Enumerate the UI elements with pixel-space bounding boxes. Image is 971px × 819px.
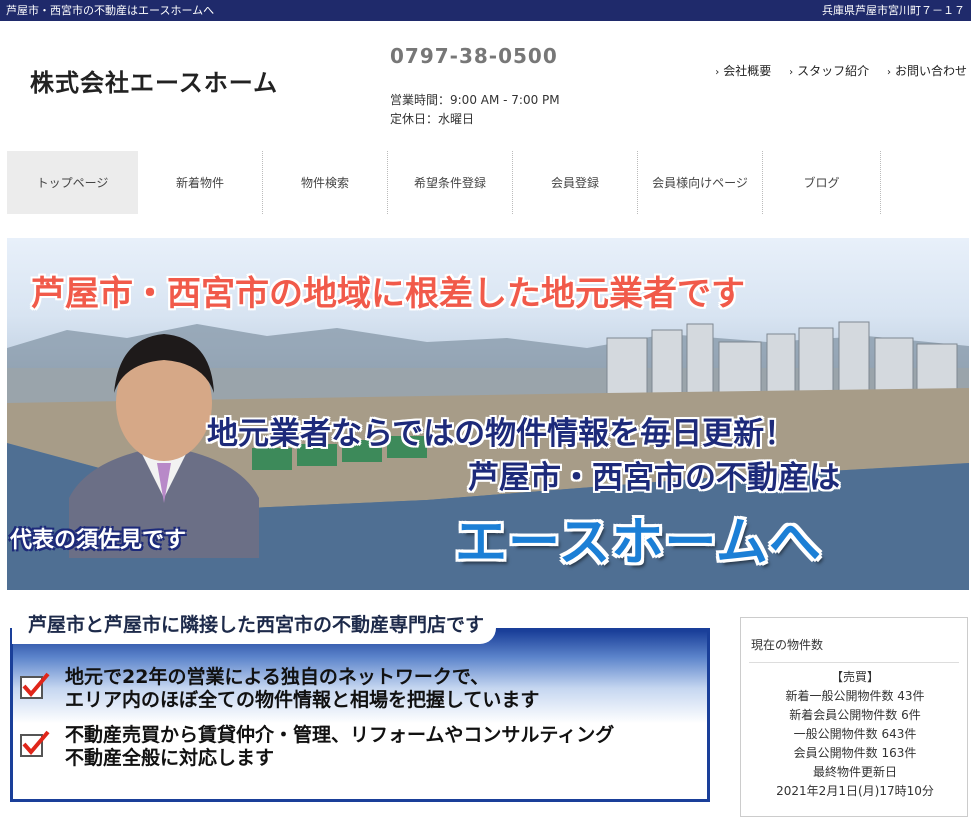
tab-top[interactable]: トップページ (7, 151, 138, 214)
panel-heading: 現在の物件数 (751, 638, 824, 652)
last-update-date: 2021年2月1日(月)17時10分 (776, 784, 934, 798)
tab-property-search[interactable]: 物件検索 (263, 151, 388, 214)
feature-text: 不動産売買から賃貸仲介・管理、リフォームやコンサルティング 不動産全般に対応しま… (65, 724, 615, 769)
divider (749, 662, 959, 663)
new-member-count: 新着会員公開物件数 6件 (789, 708, 921, 722)
site-tagline: 芦屋市・西宮市の不動産はエースホームへ (6, 4, 215, 17)
closed-day: 定休日：水曜日 (390, 112, 475, 126)
section-label: 【売買】 (830, 670, 879, 684)
tab-preference-register[interactable]: 希望条件登録 (388, 151, 513, 214)
store-title: 芦屋市と芦屋市に隣接した西宮市の不動産専門店です (12, 610, 497, 644)
general-public-count: 一般公開物件数 643件 (793, 727, 917, 741)
new-public-count: 新着一般公開物件数 43件 (785, 689, 925, 703)
header-link-company[interactable]: › 会社概要 (715, 64, 771, 78)
property-counts: 【売買】 新着一般公開物件数 43件 新着会員公開物件数 6件 一般公開物件数 … (741, 668, 969, 801)
checkbox-icon (20, 730, 50, 757)
opening-hours: 営業時間：9:00 AM - 7:00 PM (390, 93, 560, 107)
tab-new-listings[interactable]: 新着物件 (138, 151, 263, 214)
chevron-right-icon: › (715, 67, 720, 78)
hero-banner: 芦屋市・西宮市の地域に根差した地元業者です 地元業者ならではの物件情報を毎日更新… (7, 238, 969, 590)
feature-item: 不動産売買から賃貸仲介・管理、リフォームやコンサルティング 不動産全般に対応しま… (20, 724, 710, 774)
hero-line-2: 芦屋市・西宮市の不動産は (468, 460, 840, 496)
business-hours: 営業時間：9:00 AM - 7:00 PM 定休日：水曜日 (390, 91, 560, 129)
header-link-contact[interactable]: › お問い合わせ (887, 64, 967, 78)
chevron-right-icon: › (789, 67, 794, 78)
checkbox-icon (20, 672, 50, 699)
main-nav: トップページ 新着物件 物件検索 希望条件登録 会員登録 会員様向けページ ブロ… (7, 151, 905, 214)
address: 兵庫県芦屋市宮川町７－１７ (822, 4, 965, 17)
member-public-count: 会員公開物件数 163件 (793, 746, 917, 760)
property-count-panel: 現在の物件数 【売買】 新着一般公開物件数 43件 新着会員公開物件数 6件 一… (740, 617, 968, 817)
phone-number: 0797-38-0500 (390, 44, 558, 68)
hero-headline: 芦屋市・西宮市の地域に根差した地元業者です (31, 274, 745, 314)
tab-blog[interactable]: ブログ (763, 151, 881, 214)
last-update-label: 最終物件更新日 (812, 765, 897, 779)
hero-line-1: 地元業者ならではの物件情報を毎日更新！ (207, 416, 796, 452)
store-intro: 芦屋市と芦屋市に隣接した西宮市の不動産専門店です 地元で22年の営業による独自の… (10, 610, 710, 802)
top-bar: 芦屋市・西宮市の不動産はエースホームへ 兵庫県芦屋市宮川町７－１７ (0, 0, 971, 21)
chevron-right-icon: › (886, 67, 891, 78)
header-link-staff[interactable]: › スタッフ紹介 (789, 64, 869, 78)
tab-member-page[interactable]: 会員様向けページ (638, 151, 763, 214)
feature-item: 地元で22年の営業による独自のネットワークで、 エリア内のほぼ全ての物件情報と相… (20, 666, 710, 716)
header-links: › 会社概要 › スタッフ紹介 › お問い合わせ (701, 62, 967, 79)
tab-member-register[interactable]: 会員登録 (513, 151, 638, 214)
representative-caption: 代表の須佐見です (10, 528, 187, 553)
feature-text: 地元で22年の営業による独自のネットワークで、 エリア内のほぼ全ての物件情報と相… (65, 666, 540, 711)
company-logo[interactable]: 株式会社エースホーム (30, 63, 278, 98)
hero-brand: エースホームへ (455, 513, 822, 573)
